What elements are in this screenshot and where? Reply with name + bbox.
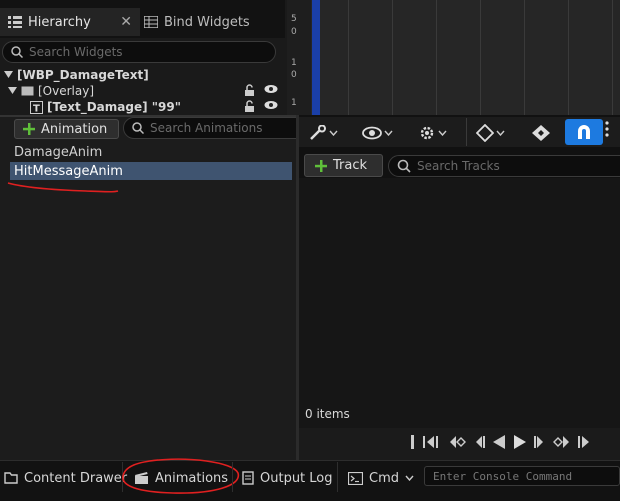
diamond-icon [476, 124, 494, 142]
step-back-icon[interactable] [473, 435, 485, 449]
ruler-label: 5 [291, 14, 297, 24]
search-widgets-input[interactable]: Search Widgets [2, 41, 276, 63]
grid-line [524, 0, 525, 115]
tree-item-actions [244, 84, 278, 96]
tree-item-text-damage[interactable]: T [Text_Damage] "99" [30, 99, 181, 115]
tree-item-overlay[interactable]: [Overlay] [8, 83, 94, 99]
tree-item-label: [Overlay] [38, 84, 95, 98]
tab-hierarchy[interactable]: Hierarchy ✕ [0, 8, 140, 36]
eye-icon [362, 126, 382, 140]
animation-item[interactable]: DamageAnim [10, 143, 292, 161]
toolbar-divider [466, 118, 467, 146]
add-track-button[interactable]: Track [304, 154, 383, 177]
content-drawer-button[interactable]: Content Drawer [4, 468, 127, 488]
svg-text:T: T [33, 103, 40, 114]
status-bar-divider [232, 462, 233, 492]
text-icon: T [30, 100, 43, 114]
caret-down-icon[interactable] [8, 87, 17, 95]
ruler-label: 1 [291, 58, 297, 68]
step-forward-icon[interactable] [534, 435, 546, 449]
key-button[interactable] [531, 120, 551, 146]
search-icon [11, 46, 23, 58]
tools-dropdown[interactable] [309, 120, 338, 146]
log-icon [242, 471, 254, 485]
chevron-down-icon [329, 130, 338, 136]
transport-buttons [410, 434, 592, 450]
grid-icon [144, 16, 158, 28]
tab-bind-widgets[interactable]: Bind Widgets [136, 8, 292, 36]
red-circle-annotation [122, 458, 240, 494]
more-icon[interactable] [604, 120, 610, 138]
search-tracks-placeholder: Search Tracks [417, 159, 500, 173]
play-reverse-icon[interactable] [492, 434, 506, 450]
console-command-input[interactable]: Enter Console Command [424, 466, 620, 486]
caret-down-icon[interactable] [4, 71, 13, 79]
gear-icon [418, 124, 436, 142]
magnet-icon[interactable] [565, 119, 603, 145]
chevron-down-icon [438, 130, 447, 136]
output-log-label: Output Log [260, 470, 333, 486]
keyframe-dropdown[interactable] [476, 120, 505, 146]
previous-keyframe-icon[interactable] [448, 435, 466, 449]
ruler-label: 0 [291, 27, 297, 37]
add-animation-button[interactable]: Animation [14, 119, 119, 139]
grid-line [480, 0, 481, 115]
content-drawer-label: Content Drawer [24, 470, 128, 486]
tree-item-actions [244, 100, 278, 112]
eye-icon[interactable] [264, 100, 278, 112]
items-count: 0 items [305, 407, 350, 421]
previous-key-icon[interactable] [423, 435, 441, 449]
settings-dropdown[interactable] [418, 120, 447, 146]
output-log-button[interactable]: Output Log [242, 468, 333, 488]
list-icon [8, 16, 22, 28]
unlock-icon[interactable] [244, 84, 256, 96]
tab-hierarchy-label: Hierarchy [28, 14, 91, 30]
plus-icon [315, 159, 327, 172]
close-icon[interactable]: ✕ [120, 14, 132, 30]
next-keyframe-icon[interactable] [553, 435, 571, 449]
grid-line [348, 0, 349, 115]
tree-item-root[interactable]: [WBP_DamageText] [4, 67, 149, 83]
designer-canvas[interactable] [287, 0, 620, 115]
wrench-icon [309, 125, 327, 141]
jump-to-start-icon[interactable] [410, 435, 416, 449]
canvas-bound-line [312, 0, 320, 115]
grid-line [392, 0, 393, 115]
terminal-icon [348, 471, 363, 485]
chevron-down-icon [405, 475, 414, 481]
chevron-down-icon [496, 130, 505, 136]
search-icon [132, 122, 144, 134]
status-bar-divider [337, 462, 338, 492]
tab-bind-widgets-label: Bind Widgets [164, 14, 250, 30]
ruler-label: 0 [291, 70, 297, 80]
next-key-icon[interactable] [578, 435, 592, 449]
unlock-icon[interactable] [244, 100, 256, 112]
ruler-label: 1 [291, 98, 297, 108]
add-track-label: Track [333, 158, 368, 173]
grid-line [436, 0, 437, 115]
drawer-icon [4, 471, 18, 485]
chevron-down-icon [384, 130, 393, 136]
add-animation-label: Animation [41, 121, 108, 137]
cmd-label: Cmd [369, 470, 399, 486]
track-list[interactable] [299, 178, 620, 428]
red-underline-annotation [7, 182, 119, 193]
tree-item-label: [Text_Damage] "99" [47, 100, 181, 114]
search-animations-input[interactable]: Search Animations [123, 117, 307, 139]
search-animations-placeholder: Search Animations [150, 121, 263, 135]
grid-line [568, 0, 569, 115]
tree-item-label: [WBP_DamageText] [17, 68, 149, 82]
search-widgets-placeholder: Search Widgets [29, 45, 123, 59]
overlay-icon [21, 86, 34, 96]
search-tracks-input[interactable]: Search Tracks [388, 155, 620, 177]
grid-line [612, 0, 613, 115]
view-options-dropdown[interactable] [362, 120, 393, 146]
search-icon [397, 159, 411, 173]
plus-icon [23, 123, 35, 135]
key-icon [531, 124, 551, 142]
cmd-dropdown[interactable]: Cmd [348, 468, 414, 488]
play-icon[interactable] [513, 434, 527, 450]
eye-icon[interactable] [264, 84, 278, 96]
